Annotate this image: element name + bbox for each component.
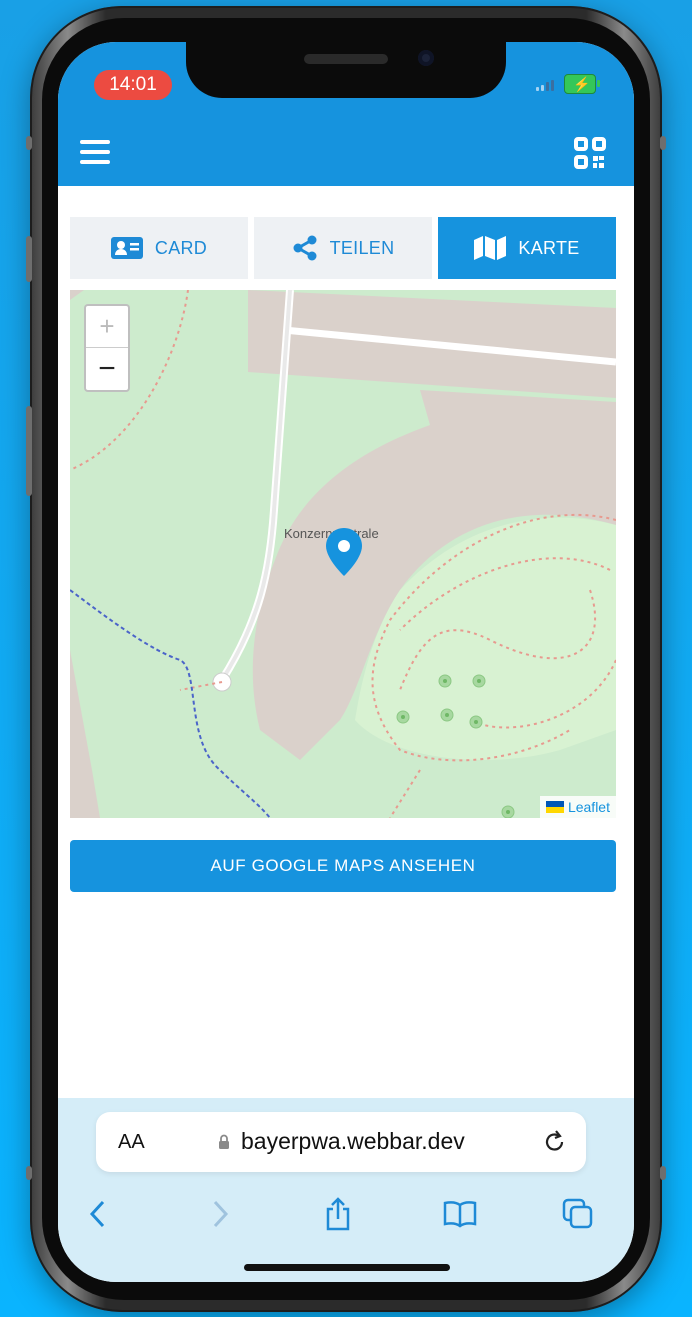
volume-down-button	[26, 406, 32, 496]
share-up-icon	[326, 1197, 350, 1231]
forward-button[interactable]	[200, 1194, 240, 1234]
chevron-right-icon	[213, 1200, 229, 1228]
home-indicator	[244, 1264, 450, 1271]
back-button[interactable]	[78, 1194, 118, 1234]
earpiece-speaker	[304, 54, 388, 64]
tab-bar: CARD TEILEN KARTE	[70, 217, 616, 279]
volume-up-button	[26, 236, 32, 282]
map-icon	[474, 236, 507, 260]
tab-map[interactable]: KARTE	[438, 217, 616, 279]
side-mark-bottom	[660, 1166, 666, 1180]
map-attribution[interactable]: Leaflet	[539, 796, 616, 818]
bookmarks-button[interactable]	[440, 1194, 480, 1234]
share-icon	[293, 235, 317, 261]
menu-icon[interactable]	[80, 140, 110, 164]
url-text[interactable]: bayerpwa.webbar.dev	[241, 1128, 465, 1155]
charging-bolt-icon: ⚡	[573, 76, 591, 92]
silent-switch	[26, 136, 32, 150]
zoom-in-button[interactable]: +	[86, 306, 128, 347]
google-maps-button[interactable]: AUF GOOGLE MAPS ANSEHEN	[70, 840, 616, 892]
browser-toolbar: AA bayerpwa.webbar.dev	[58, 1098, 634, 1282]
location-pin-icon[interactable]	[324, 526, 364, 578]
cellular-signal-icon	[536, 80, 554, 91]
phone-screen: 14:01 ⚡ CARD TEILEN KARTE + − Leaflet AU…	[58, 42, 634, 1282]
reload-icon[interactable]	[542, 1128, 568, 1154]
tab-card-label: CARD	[154, 237, 208, 258]
qr-code-icon[interactable]	[574, 137, 606, 169]
address-bar[interactable]: AA bayerpwa.webbar.dev	[96, 1112, 586, 1172]
chevron-left-icon	[89, 1200, 105, 1228]
lock-icon	[219, 1134, 229, 1149]
status-time: 14:01	[94, 70, 172, 100]
phone-frame: 14:01 ⚡ CARD TEILEN KARTE + − Leaflet AU…	[26, 6, 666, 1312]
side-mark-top	[660, 136, 666, 150]
battery-icon: ⚡	[564, 74, 596, 94]
notch	[186, 42, 506, 98]
text-size-button[interactable]: AA	[118, 1131, 145, 1154]
tabs-button[interactable]	[558, 1194, 598, 1234]
battery-tip	[597, 80, 600, 87]
tab-map-label: KARTE	[518, 237, 580, 258]
tab-share-label: TEILEN	[329, 237, 395, 258]
book-icon	[443, 1201, 477, 1228]
tab-card[interactable]: CARD	[70, 217, 248, 279]
flag-icon	[545, 801, 564, 813]
attribution-link[interactable]: Leaflet	[568, 799, 610, 815]
map-view[interactable]: Konzernzentrale + − Leaflet	[70, 290, 616, 818]
side-mark-bottom-left	[26, 1166, 32, 1180]
share-button[interactable]	[318, 1194, 358, 1234]
browser-nav	[58, 1194, 634, 1234]
zoom-out-button[interactable]: −	[86, 347, 128, 389]
tab-share[interactable]: TEILEN	[254, 217, 432, 279]
id-card-icon	[110, 237, 143, 259]
zoom-control: + −	[84, 304, 130, 392]
tabs-icon	[562, 1198, 593, 1229]
front-camera	[418, 50, 434, 66]
